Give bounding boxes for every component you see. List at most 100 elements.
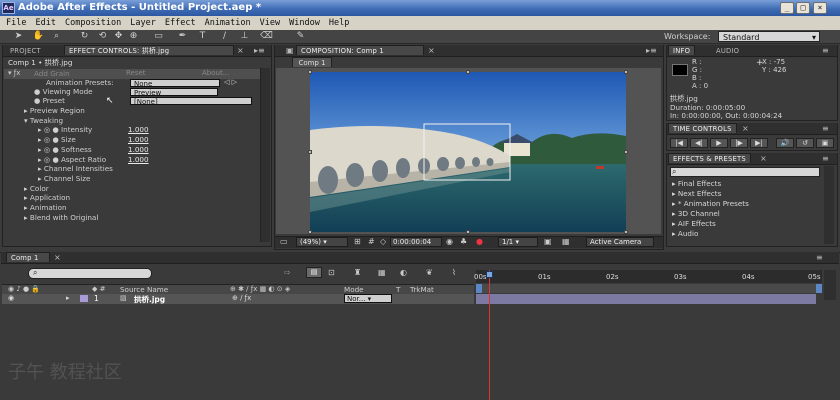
comp-inner-tab[interactable]: Comp 1 — [292, 57, 332, 67]
lock-icon[interactable]: ▣ — [286, 46, 294, 55]
show-snapshot-icon[interactable]: ♣ — [460, 237, 467, 246]
close-tab-icon[interactable]: × — [54, 253, 61, 262]
pen-tool-icon[interactable]: ✒ — [176, 31, 189, 42]
menu-help[interactable]: Help — [329, 16, 349, 30]
transform-handle[interactable] — [624, 150, 628, 154]
monitor-icon[interactable]: ▭ — [280, 237, 288, 246]
clone-stamp-tool-icon[interactable]: ⊥ — [238, 31, 251, 42]
softness-value[interactable]: 1.000 — [128, 145, 149, 155]
transform-handle[interactable] — [466, 70, 470, 74]
first-frame-button[interactable]: |◀ — [670, 138, 688, 148]
play-button[interactable]: ▶ — [710, 138, 728, 148]
brush-tool-icon[interactable]: ∕ — [218, 31, 231, 42]
tab-time-controls[interactable]: TIME CONTROLS — [668, 123, 737, 133]
close-tab-icon[interactable]: × — [428, 46, 435, 55]
camera-dropdown[interactable]: Active Camera — [586, 237, 654, 247]
safe-zones-icon[interactable]: ⊞ — [354, 237, 361, 246]
animation-group[interactable]: ▸ Animation — [24, 203, 67, 213]
transparency-grid-icon[interactable]: ▦ — [562, 237, 570, 246]
effects-item[interactable]: ▸ 3D Channel — [672, 209, 720, 218]
last-frame-button[interactable]: ▶| — [750, 138, 768, 148]
tab-effect-controls[interactable]: EFFECT CONTROLS: 拱桥.jpg — [64, 45, 234, 55]
color-group[interactable]: ▸ Color — [24, 184, 49, 194]
previous-frame-button[interactable]: ◀| — [690, 138, 708, 148]
orbit-camera-tool-icon[interactable]: ⟲ — [96, 31, 109, 42]
transform-handle[interactable] — [466, 230, 470, 234]
time-ruler[interactable] — [476, 270, 822, 283]
visibility-icon[interactable]: ◉ — [8, 294, 14, 302]
blend-mode-dropdown[interactable]: Nor... ▾ — [344, 294, 392, 303]
minimize-button[interactable]: _ — [780, 2, 794, 14]
ram-preview-button[interactable]: ▣ — [816, 138, 834, 148]
column-source-name[interactable]: Source Name — [120, 285, 168, 294]
mask-icon[interactable]: ◇ — [380, 237, 386, 246]
column-mode[interactable]: Mode — [344, 285, 364, 294]
tab-info[interactable]: INFO — [668, 45, 696, 55]
layer-duration-bar[interactable] — [476, 294, 816, 304]
rotation-tool-icon[interactable]: ↻ — [78, 31, 91, 42]
label-color-swatch[interactable] — [80, 295, 88, 302]
about-button[interactable]: About... — [202, 69, 229, 77]
blend-with-original-row[interactable]: ▸ Blend with Original — [24, 213, 98, 223]
tab-comp-1[interactable]: Comp 1 — [6, 252, 50, 262]
type-tool-icon[interactable]: T — [196, 31, 209, 42]
resolution-dropdown[interactable]: 1/1 ▾ — [498, 237, 538, 247]
aspect-ratio-value[interactable]: 1.000 — [128, 155, 149, 165]
menu-view[interactable]: View — [260, 16, 280, 30]
channel-size-group[interactable]: ▸ Channel Size — [38, 174, 90, 184]
reset-button[interactable]: Reset — [126, 69, 146, 77]
snapshot-icon[interactable]: ◉ — [446, 237, 453, 246]
panel-menu-icon[interactable]: ≡ — [822, 46, 829, 55]
work-area-bar[interactable] — [476, 284, 822, 293]
effects-item[interactable]: ▸ AIF Effects — [672, 219, 716, 228]
track-z-tool-icon[interactable]: ⊕ — [127, 31, 140, 42]
timeline-zoom-slider[interactable] — [824, 270, 836, 300]
tab-project[interactable]: PROJECT — [6, 46, 45, 56]
motion-blur-icon[interactable]: ◐ — [400, 268, 407, 277]
frame-blending-icon[interactable]: ▦ — [378, 268, 386, 277]
intensity-value[interactable]: 1.000 — [128, 125, 149, 135]
channel-intensities-group[interactable]: ▸ Channel Intensities — [38, 164, 113, 174]
transform-handle[interactable] — [624, 230, 628, 234]
effects-item[interactable]: ▸ * Animation Presets — [672, 199, 749, 208]
fx-icon[interactable]: ▾ ƒx — [8, 69, 20, 77]
shy-layers-icon[interactable]: ♜ — [354, 268, 361, 277]
audio-toggle-button[interactable]: 🔊 — [776, 138, 794, 148]
close-tab-icon[interactable]: × — [237, 46, 244, 55]
tweaking-group[interactable]: ▾ Tweaking — [24, 116, 63, 126]
close-tab-icon[interactable]: × — [742, 124, 749, 133]
channel-icon[interactable]: ● — [476, 237, 483, 246]
selection-tool-icon[interactable]: ➤ — [12, 31, 25, 42]
effect-controls-scrollbar[interactable] — [260, 68, 270, 242]
timeline-search-input[interactable] — [28, 268, 152, 279]
expand-layer-icon[interactable]: ▸ — [66, 294, 70, 302]
puppet-pin-tool-icon[interactable]: ✎ — [294, 31, 307, 42]
comp-mini-flowchart-icon[interactable]: ⇨ — [284, 268, 291, 277]
transform-handle[interactable] — [624, 70, 628, 74]
effects-item[interactable]: ▸ Audio — [672, 229, 698, 238]
animation-presets-dropdown[interactable]: None — [130, 79, 220, 88]
panel-menu-icon[interactable]: ≡ — [822, 154, 829, 163]
transform-handle[interactable] — [308, 230, 312, 234]
preset-dropdown[interactable]: [None] — [130, 97, 252, 106]
menu-composition[interactable]: Composition — [65, 16, 121, 30]
effects-scrollbar[interactable] — [824, 166, 834, 244]
eraser-tool-icon[interactable]: ⌫ — [260, 31, 273, 42]
tab-composition[interactable]: COMPOSITION: Comp 1 — [296, 45, 424, 55]
workspace-dropdown[interactable]: Standard ▾ — [718, 31, 820, 42]
loop-button[interactable]: ↺ — [796, 138, 814, 148]
draft-3d-icon[interactable]: ⊡ — [328, 268, 335, 277]
size-value[interactable]: 1.000 — [128, 135, 149, 145]
brainstorm-icon[interactable]: ❦ — [426, 268, 433, 277]
menu-window[interactable]: Window — [289, 16, 320, 30]
menu-animation[interactable]: Animation — [205, 16, 251, 30]
column-t[interactable]: T — [396, 285, 400, 294]
playhead[interactable] — [489, 270, 490, 400]
maximize-button[interactable]: □ — [796, 2, 810, 14]
tab-effects-presets[interactable]: EFFECTS & PRESETS — [668, 153, 751, 163]
work-area-end-handle[interactable] — [816, 284, 822, 293]
region-of-interest-icon[interactable]: ▣ — [544, 237, 552, 246]
panel-menu-icon[interactable]: ≡ — [816, 253, 823, 262]
work-area-start-handle[interactable] — [476, 284, 482, 293]
layer-name[interactable]: 拱桥.jpg — [134, 294, 165, 305]
